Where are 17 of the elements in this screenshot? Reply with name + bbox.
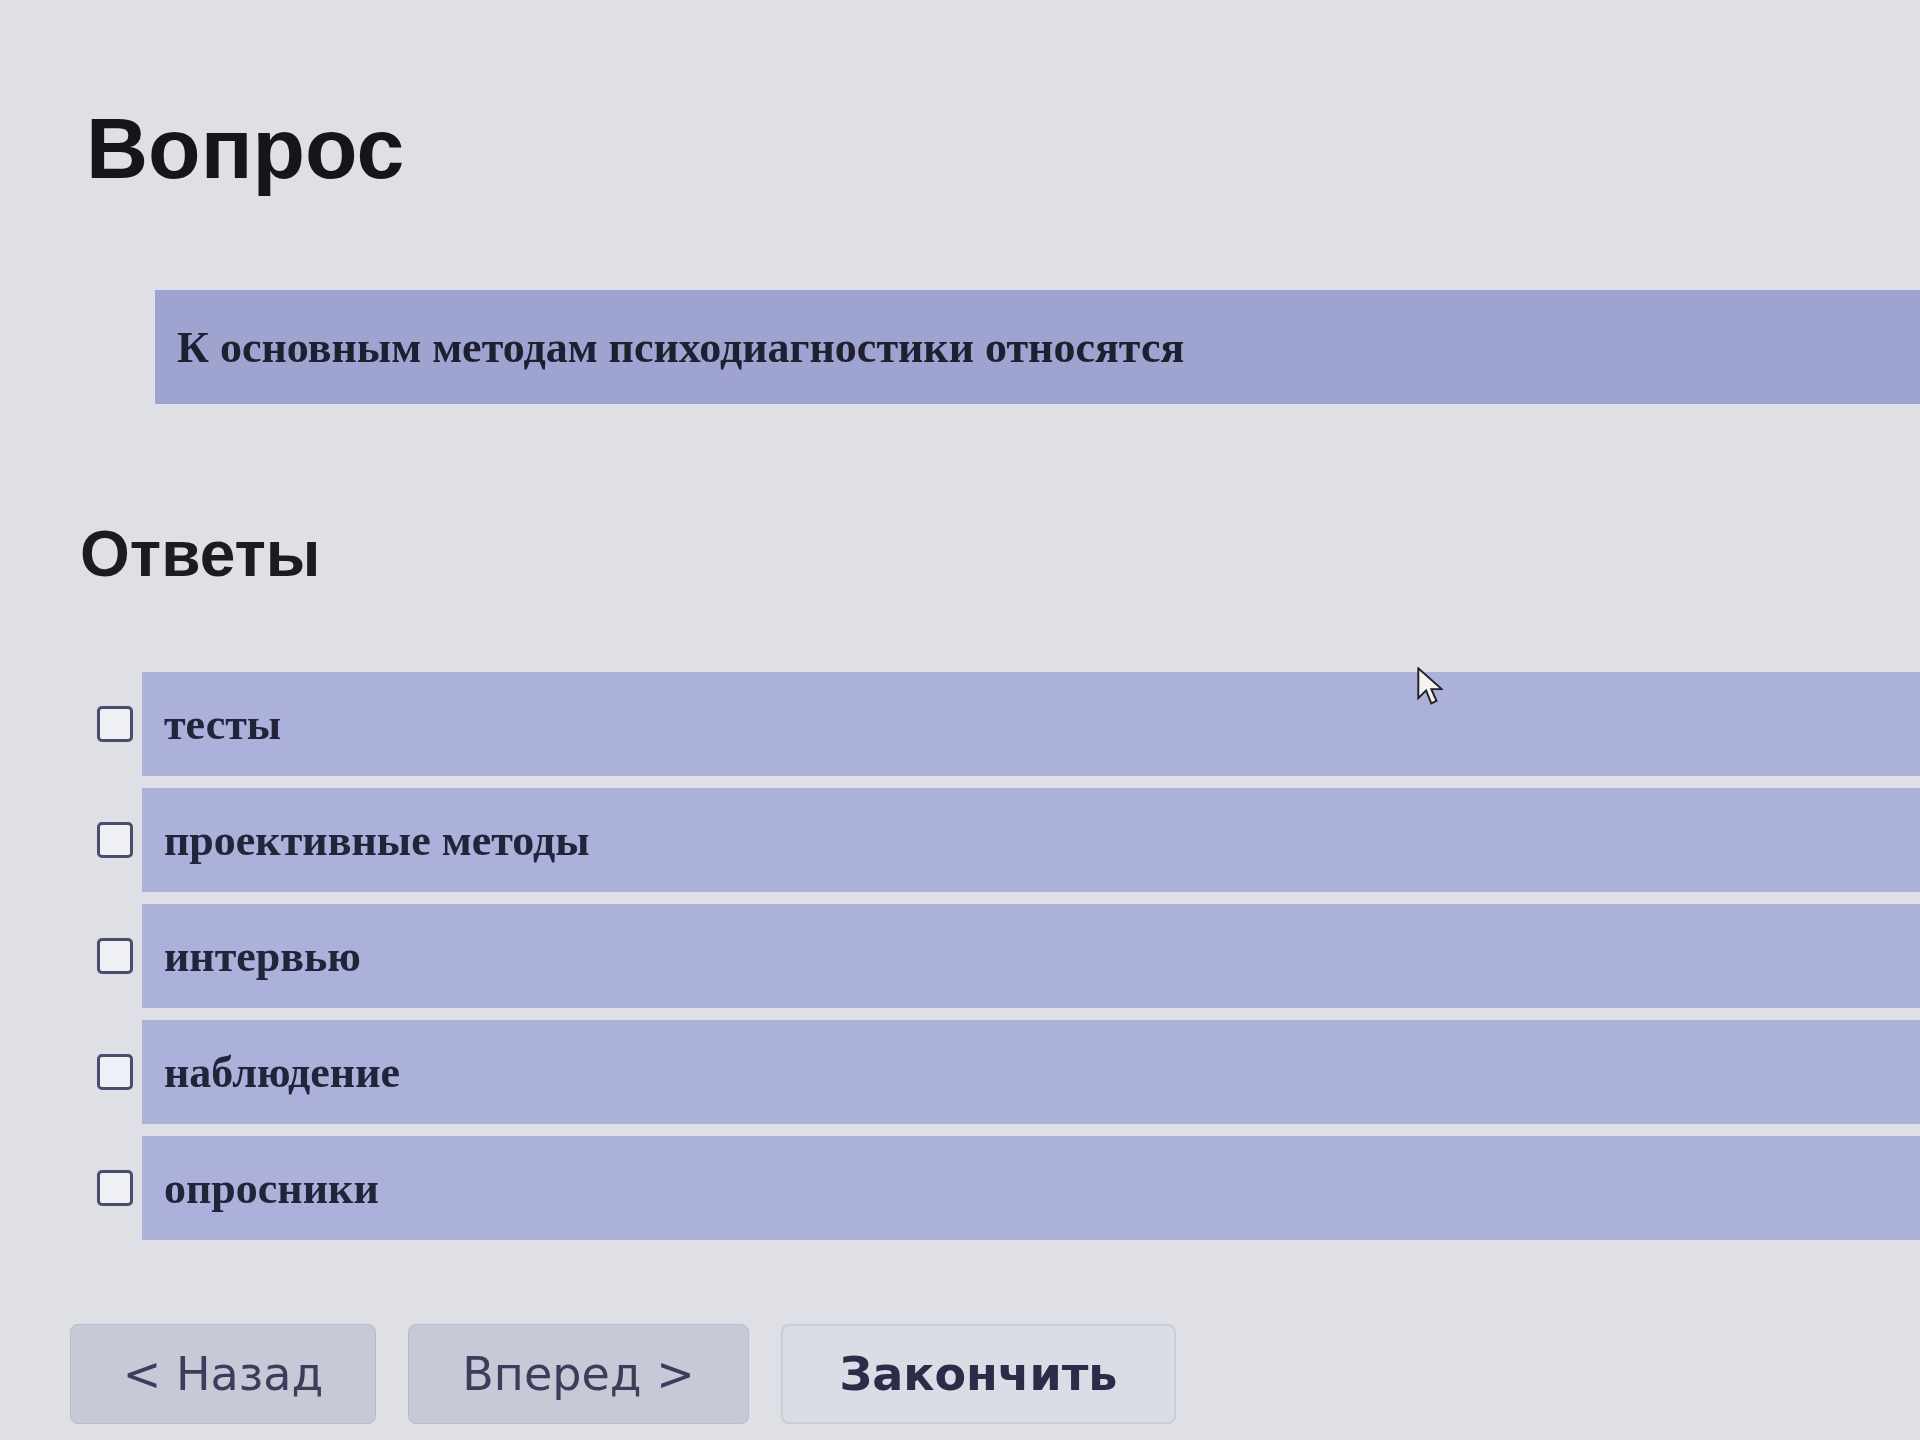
answer-option[interactable]: наблюдение	[142, 1020, 1920, 1124]
section-heading: Ответы	[80, 517, 321, 592]
checkbox[interactable]	[97, 938, 133, 974]
back-button[interactable]: < Назад	[70, 1324, 376, 1424]
answer-option[interactable]: интервью	[142, 904, 1920, 1008]
finish-button[interactable]: Закончить	[781, 1324, 1176, 1424]
forward-button[interactable]: Вперед >	[408, 1324, 749, 1424]
question-text: К основным методам психодиагностики относятся	[155, 290, 1920, 404]
section-heading: Вопрос	[86, 99, 405, 198]
cursor-icon	[1417, 667, 1443, 706]
checkbox[interactable]	[97, 1170, 133, 1206]
checkbox[interactable]	[97, 822, 133, 858]
answer-option[interactable]: тесты	[142, 672, 1920, 776]
answer-option[interactable]: проективные методы	[142, 788, 1920, 892]
checkbox[interactable]	[97, 706, 133, 742]
answer-option[interactable]: опросники	[142, 1136, 1920, 1240]
checkbox[interactable]	[97, 1054, 133, 1090]
